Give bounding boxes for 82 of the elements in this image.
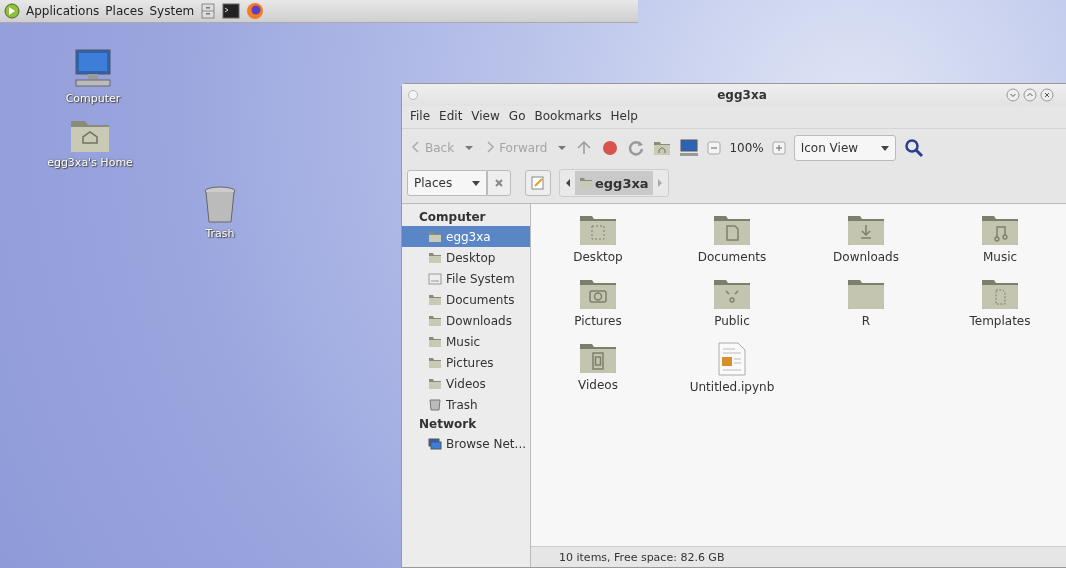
folder-icon[interactable] <box>847 214 885 246</box>
document-icon[interactable] <box>717 342 747 376</box>
folder-icon <box>428 356 442 369</box>
home-folder-icon[interactable] <box>69 118 111 154</box>
sidebar-heading: Computer <box>418 209 487 226</box>
file-name[interactable]: Downloads <box>833 250 899 264</box>
file-name[interactable]: R <box>861 314 871 328</box>
sidebar-pane-dropdown[interactable]: Places <box>407 170 487 196</box>
file-name[interactable]: Desktop <box>573 250 623 264</box>
status-bar: 10 items, Free space: 82.6 GB <box>531 546 1066 567</box>
file-name[interactable]: Public <box>714 314 750 328</box>
edit-location-button[interactable] <box>525 170 551 196</box>
close-icon[interactable] <box>1040 88 1054 102</box>
sidebar-item[interactable]: File System <box>402 268 530 289</box>
file-name[interactable]: Pictures <box>574 314 622 328</box>
sidebar-item[interactable]: Browse Net... <box>402 433 530 454</box>
drive-icon <box>428 272 442 285</box>
panel-menu[interactable]: System <box>149 4 195 18</box>
folder-icon <box>428 314 442 327</box>
folder-icon <box>428 230 442 243</box>
network-icon <box>428 437 442 450</box>
sidebar-item[interactable]: Music <box>402 331 530 352</box>
sidebar-item[interactable]: Documents <box>402 289 530 310</box>
zoom-level: 100% <box>729 141 764 155</box>
main-menu-icon[interactable] <box>4 3 20 19</box>
terminal-icon[interactable] <box>222 3 241 19</box>
folder-icon[interactable] <box>713 278 751 310</box>
computer-icon[interactable] <box>679 139 700 157</box>
sidebar-item[interactable]: Downloads <box>402 310 530 331</box>
close-pane-button[interactable] <box>487 170 511 196</box>
file-name[interactable]: Videos <box>578 378 618 392</box>
home-folder-icon[interactable] <box>653 140 672 156</box>
menu-item[interactable]: File <box>410 109 431 123</box>
file-name[interactable]: Untitled.ipynb <box>689 380 775 394</box>
caret-icon[interactable] <box>464 145 475 151</box>
view-mode-dropdown[interactable]: Icon View <box>793 135 896 161</box>
sidebar-item[interactable]: Videos <box>402 373 530 394</box>
folder-icon <box>579 177 593 189</box>
menu-item[interactable]: Bookmarks <box>534 109 602 123</box>
menu-item[interactable]: Help <box>610 109 638 123</box>
trash-icon[interactable] <box>203 185 237 225</box>
sidebar-item[interactable]: Pictures <box>402 352 530 373</box>
minimize-icon[interactable] <box>1006 88 1020 102</box>
sidebar-item[interactable]: Trash <box>402 394 530 415</box>
search-icon[interactable] <box>903 138 924 158</box>
folder-icon[interactable] <box>713 214 751 246</box>
file-name[interactable]: Music <box>982 250 1018 264</box>
reload-icon[interactable] <box>627 139 646 157</box>
menu-item[interactable]: Edit <box>439 109 463 123</box>
browser-icon[interactable] <box>246 2 265 20</box>
folder-icon[interactable] <box>579 342 617 374</box>
folder-icon[interactable] <box>981 278 1019 310</box>
sidebar-item[interactable]: egg3xa <box>402 226 530 247</box>
panel-menu[interactable]: Places <box>105 4 144 18</box>
pencil-note-icon <box>531 176 545 190</box>
folder-icon[interactable] <box>847 278 885 310</box>
zoom-in-icon[interactable] <box>771 141 786 155</box>
close-icon <box>494 178 504 188</box>
caret-icon[interactable] <box>557 145 568 151</box>
file-name[interactable]: Documents <box>697 250 767 264</box>
stop-icon[interactable] <box>601 139 620 157</box>
folder-icon[interactable] <box>981 214 1019 246</box>
menu-item[interactable]: View <box>471 109 500 123</box>
folder-icon[interactable] <box>579 278 617 310</box>
scroll-left-icon[interactable] <box>564 178 572 188</box>
sidebar-item[interactable]: Desktop <box>402 247 530 268</box>
file-name[interactable]: Templates <box>969 314 1031 328</box>
scroll-right-icon[interactable] <box>655 178 664 188</box>
trash-icon <box>428 398 442 411</box>
zoom-out-icon[interactable] <box>707 141 722 155</box>
computer-icon[interactable] <box>72 48 114 90</box>
folder-icon <box>428 377 442 390</box>
window-title: egg3xa <box>716 88 768 102</box>
breadcrumb-button[interactable]: egg3xa <box>575 171 653 195</box>
folder-icon <box>428 335 442 348</box>
menu-item[interactable]: Go <box>508 109 526 123</box>
sidebar-heading: Network <box>418 416 478 433</box>
folder-icon <box>428 293 442 306</box>
panel-menu[interactable]: Applications <box>26 4 100 18</box>
folder-icon[interactable] <box>579 214 617 246</box>
folder-icon <box>428 251 442 264</box>
file-cabinet-icon[interactable] <box>200 3 217 19</box>
